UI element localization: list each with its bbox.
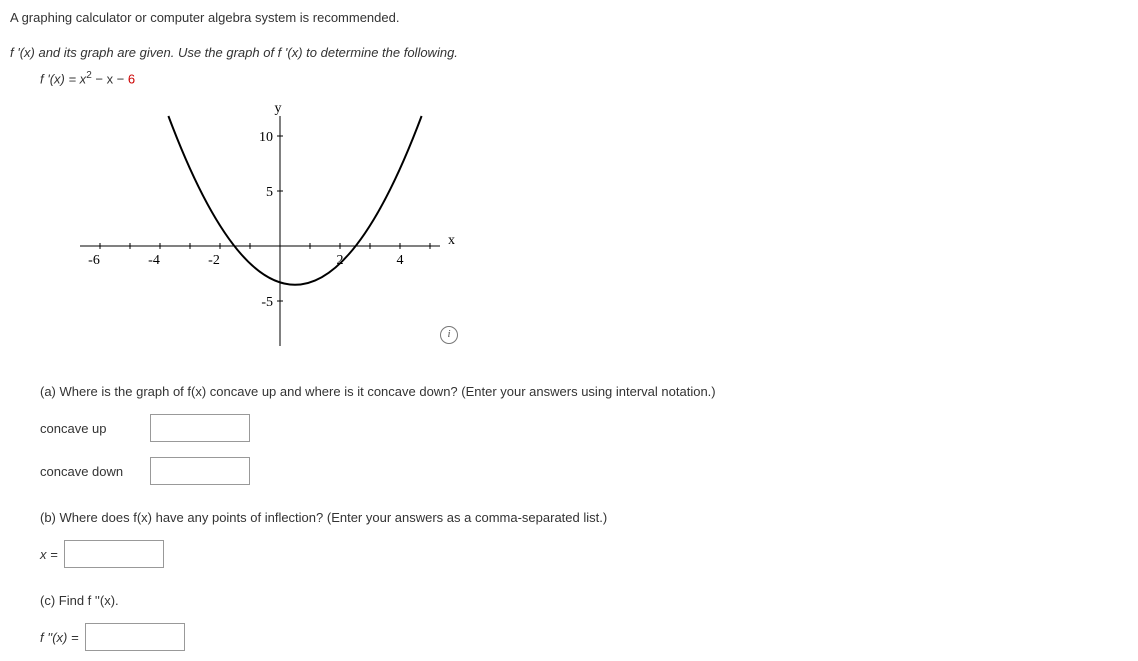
- concave-down-label: concave down: [40, 464, 140, 479]
- equation-display: f '(x) = x2 − x − 6: [40, 70, 1128, 86]
- intro-text: A graphing calculator or computer algebr…: [10, 10, 1128, 25]
- part-a-text: (a) Where is the graph of f(x) concave u…: [40, 384, 1128, 399]
- concave-down-input[interactable]: [150, 457, 250, 485]
- concave-up-label: concave up: [40, 421, 140, 436]
- x-equals-label: x =: [40, 547, 58, 562]
- svg-text:-6: -6: [88, 253, 100, 268]
- part-b-text: (b) Where does f(x) have any points of i…: [40, 510, 1128, 525]
- svg-text:10: 10: [259, 130, 273, 145]
- svg-text:-4: -4: [148, 253, 160, 268]
- part-c-text: (c) Find f ''(x).: [40, 593, 1128, 608]
- graph: -6 -4 -2 2 4 10 5 -5 y x i: [60, 96, 1128, 359]
- prompt-text: f '(x) and its graph are given. Use the …: [10, 45, 1128, 60]
- fpp-equals-label: f ''(x) =: [40, 630, 79, 645]
- svg-text:4: 4: [397, 253, 404, 268]
- svg-text:x: x: [448, 233, 455, 248]
- svg-text:y: y: [275, 101, 282, 116]
- svg-text:-5: -5: [261, 295, 273, 310]
- concave-up-input[interactable]: [150, 414, 250, 442]
- svg-text:5: 5: [266, 185, 273, 200]
- inflection-input[interactable]: [64, 540, 164, 568]
- fpp-input[interactable]: [85, 623, 185, 651]
- svg-text:-2: -2: [208, 253, 220, 268]
